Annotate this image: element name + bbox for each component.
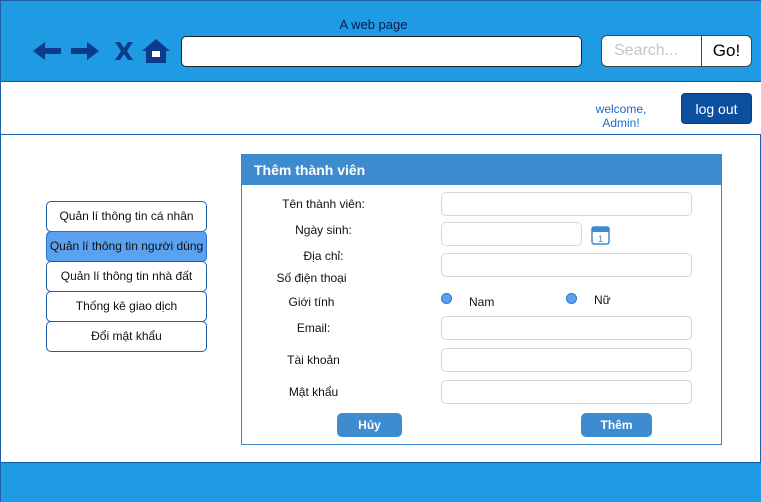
gender-label: Giới tính	[288, 295, 335, 309]
app-header: welcome, Admin! log out	[1, 82, 761, 135]
calendar-icon[interactable]: 1	[591, 226, 610, 245]
sidebar-item-property-management[interactable]: Quản lí thông tin nhà đất	[46, 261, 207, 292]
gender-female-radio[interactable]	[566, 293, 577, 304]
panel-title: Thêm thành viên	[242, 155, 721, 185]
app-window: A web page Go! welcome, Admin! log out Q…	[0, 0, 761, 502]
password-label: Mật khẩu	[288, 385, 339, 399]
gender-female-label: Nữ	[594, 293, 611, 307]
birthday-label: Ngày sinh:	[295, 223, 352, 237]
go-button[interactable]: Go!	[701, 35, 752, 67]
account-field[interactable]	[441, 348, 692, 372]
address-label: Địa chỉ:	[303, 249, 344, 263]
username: Admin!	[602, 116, 640, 130]
sidebar-item-user-management[interactable]: Quản lí thông tin người dùng	[46, 231, 207, 262]
email-label: Email:	[296, 321, 331, 335]
phone-label: Số điện thoại	[276, 271, 347, 285]
forward-arrow-icon[interactable]	[69, 37, 101, 65]
sidebar-item-personal-info[interactable]: Quản lí thông tin cá nhân	[46, 201, 207, 232]
add-button[interactable]: Thêm	[581, 413, 652, 437]
search-input[interactable]	[601, 35, 702, 67]
welcome-text: welcome, Admin!	[591, 102, 651, 130]
sidebar-item-transaction-stats[interactable]: Thống kê giao dịch	[46, 291, 207, 322]
footer-bar	[1, 462, 761, 502]
address-field[interactable]	[441, 253, 692, 277]
email-field[interactable]	[441, 316, 692, 340]
back-arrow-icon[interactable]	[31, 37, 63, 65]
url-bar[interactable]	[181, 36, 582, 67]
password-field[interactable]	[441, 380, 692, 404]
browser-toolbar: A web page Go!	[1, 1, 761, 82]
cancel-button[interactable]: Hủy	[337, 413, 402, 437]
name-label: Tên thành viên:	[282, 197, 365, 211]
account-label: Tài khoản	[287, 353, 340, 367]
close-icon[interactable]	[113, 37, 135, 65]
gender-male-label: Nam	[469, 295, 495, 309]
name-field[interactable]	[441, 192, 692, 216]
page-title: A web page	[339, 17, 408, 32]
logout-button[interactable]: log out	[681, 93, 752, 124]
home-icon[interactable]	[141, 37, 171, 65]
calendar-day: 1	[598, 234, 603, 244]
welcome-line: welcome,	[595, 102, 647, 116]
gender-male-radio[interactable]	[441, 293, 452, 304]
sidebar-item-change-password[interactable]: Đổi mật khẩu	[46, 321, 207, 352]
birthday-field[interactable]	[441, 222, 582, 246]
